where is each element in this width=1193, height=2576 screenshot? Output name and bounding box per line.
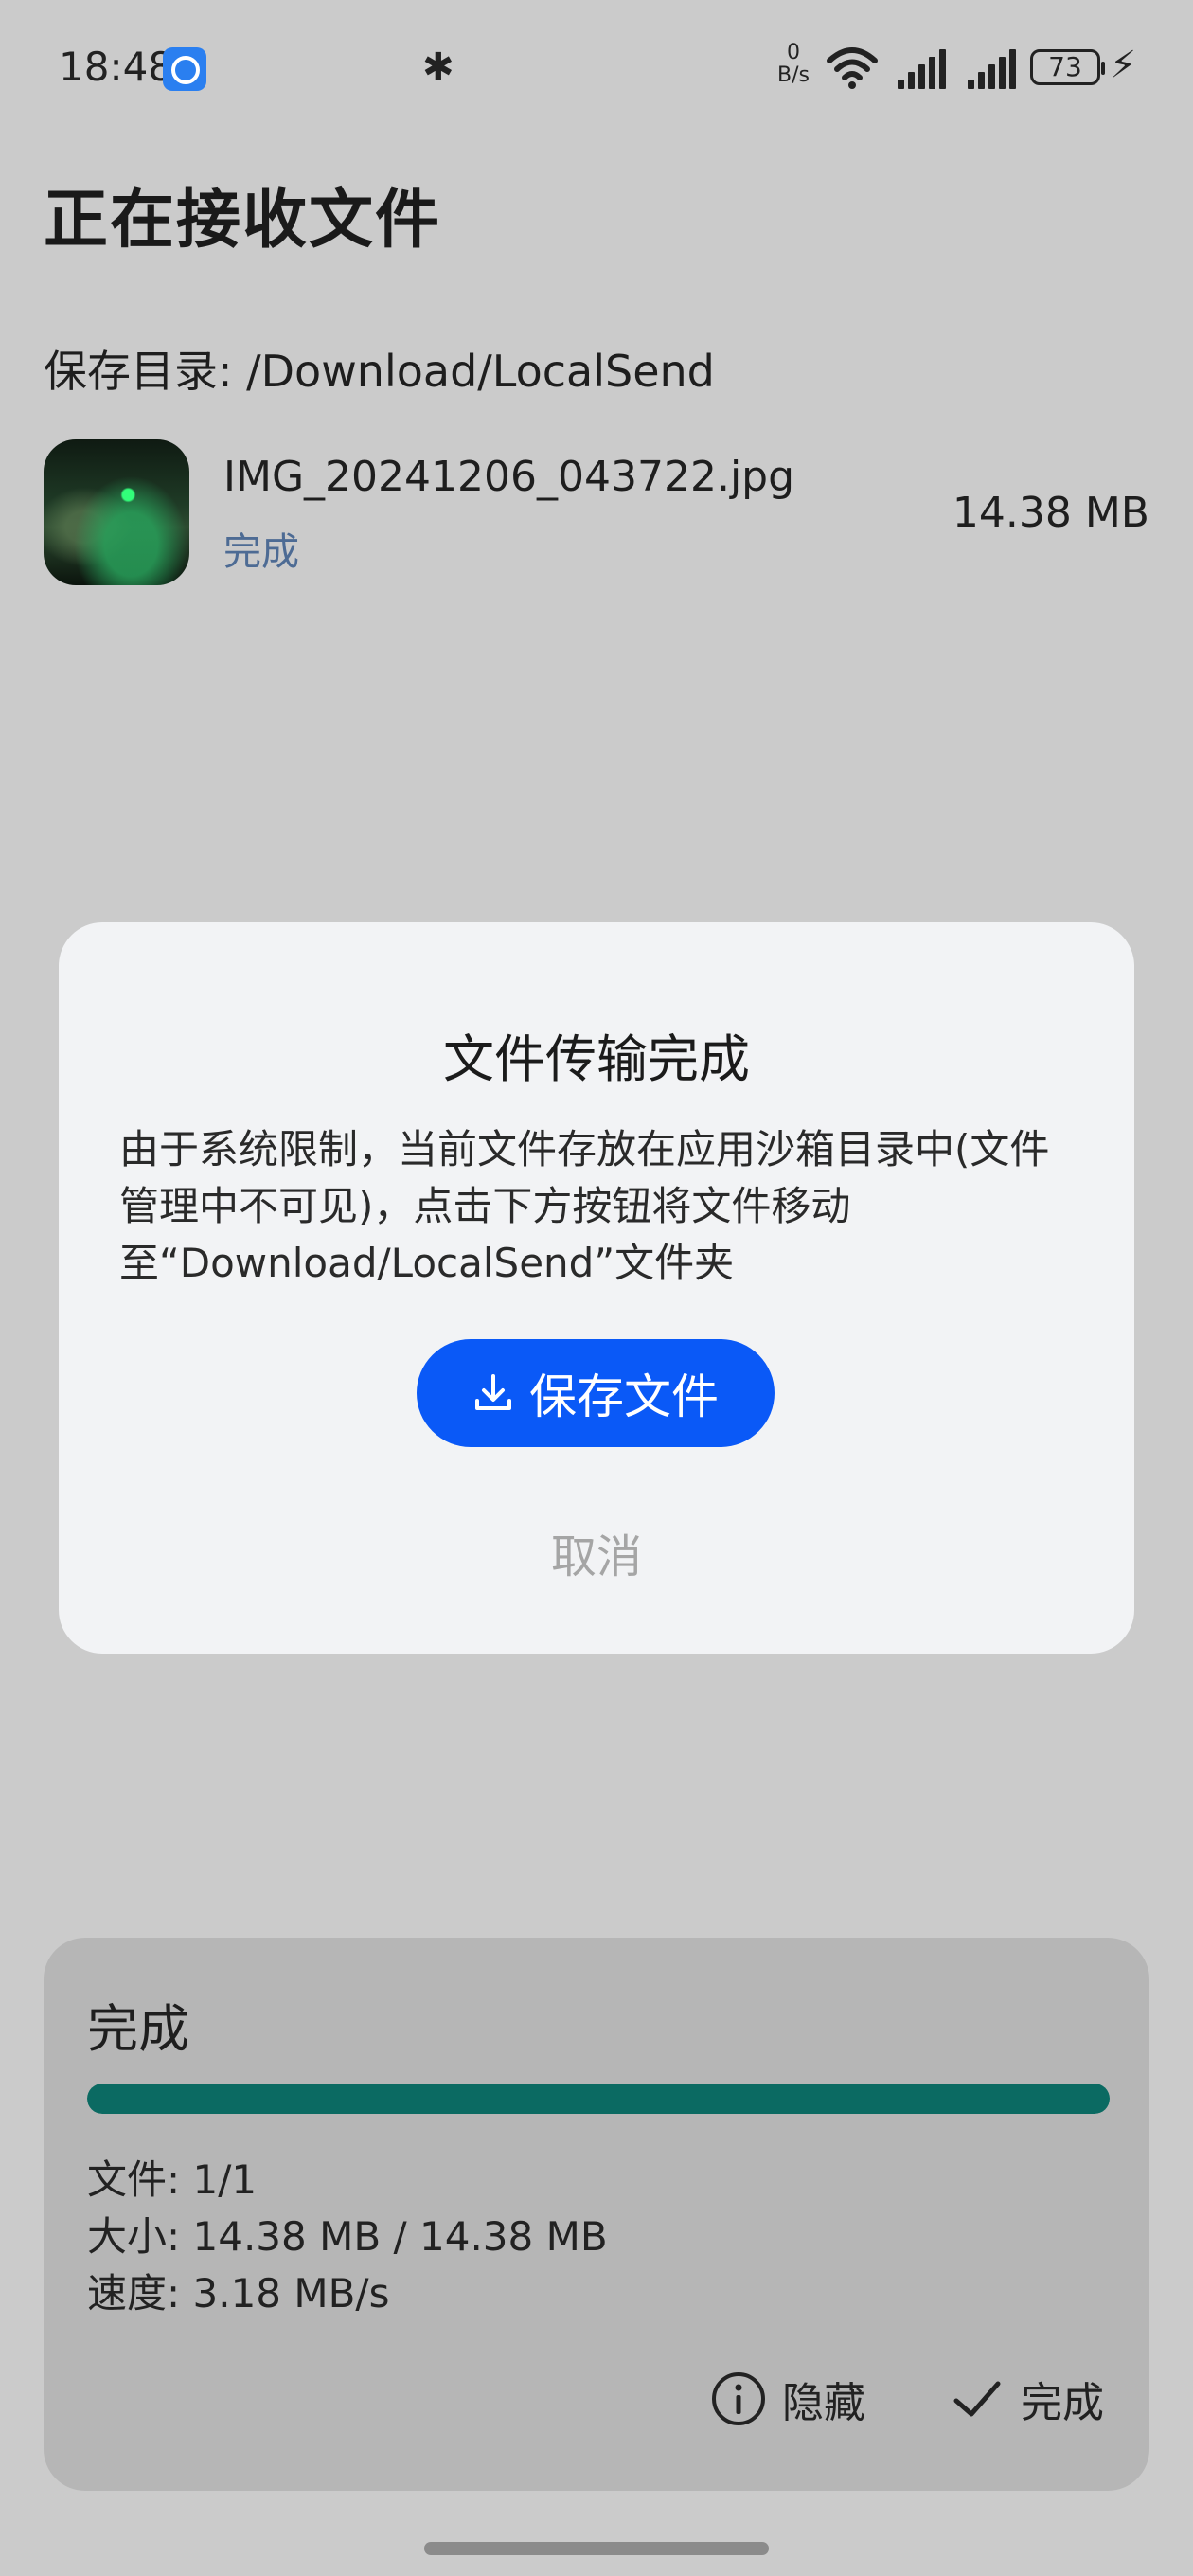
status-bar: 18:48 ✱ 0 B/s 73 ⚡ [0, 0, 1193, 133]
home-indicator[interactable] [424, 2542, 769, 2555]
transfer-complete-dialog: 文件传输完成 由于系统限制，当前文件存放在应用沙箱目录中(文件管理中不可见)，点… [59, 922, 1134, 1654]
status-time: 18:48 [59, 44, 174, 90]
download-icon [475, 1374, 511, 1410]
save-file-button[interactable]: 保存文件 [417, 1339, 775, 1447]
stat-size: 大小: 14.38 MB / 14.38 MB [87, 2205, 608, 2263]
stat-speed: 速度: 3.18 MB/s [87, 2262, 389, 2319]
stat-files-value: 1/1 [192, 2156, 258, 2203]
stat-size-label: 大小: [87, 2213, 193, 2260]
done-button-label: 完成 [1021, 2379, 1104, 2427]
save-directory-label: 保存目录: [44, 346, 247, 397]
progress-card: 完成 文件: 1/1 大小: 14.38 MB / 14.38 MB 速度: 3… [44, 1938, 1149, 2491]
network-speed-unit: B/s [777, 63, 810, 87]
save-directory: 保存目录: /Download/LocalSend [44, 337, 715, 400]
file-status: 完成 [223, 530, 299, 574]
wifi-icon [827, 47, 878, 89]
file-size: 14.38 MB [952, 489, 1149, 537]
network-speed: 0 B/s [775, 42, 812, 87]
charging-icon: ⚡ [1110, 44, 1137, 87]
dialog-message: 由于系统限制，当前文件存放在应用沙箱目录中(文件管理中不可见)，点击下方按钮将文… [119, 1126, 1050, 1286]
page-title: 正在接收文件 [44, 183, 442, 258]
signal-icon [898, 49, 949, 89]
stat-speed-value: 3.18 MB/s [192, 2270, 390, 2317]
stat-speed-label: 速度: [87, 2270, 193, 2317]
bluetooth-icon: ✱ [422, 45, 454, 89]
check-icon [949, 2370, 1006, 2427]
stat-files: 文件: 1/1 [87, 2148, 257, 2206]
progress-title: 完成 [87, 1999, 189, 2059]
dialog-title: 文件传输完成 [443, 1029, 750, 1089]
hide-button-label: 隐藏 [782, 2379, 865, 2427]
file-thumbnail [44, 439, 189, 585]
stat-size-value: 14.38 MB / 14.38 MB [192, 2213, 608, 2260]
app-notification-icon [163, 47, 206, 91]
progress-bar-fill [87, 2084, 1110, 2114]
network-speed-value: 0 [787, 41, 800, 64]
info-icon [710, 2370, 767, 2427]
file-row[interactable]: IMG_20241206_043722.jpg 完成 14.38 MB [44, 436, 1149, 587]
file-name: IMG_20241206_043722.jpg [223, 453, 795, 501]
progress-bar [87, 2084, 1110, 2114]
save-directory-path: /Download/LocalSend [246, 346, 715, 397]
save-file-button-label: 保存文件 [529, 1369, 719, 1424]
battery-icon: 73 [1030, 49, 1105, 85]
stat-files-label: 文件: [87, 2156, 193, 2203]
hide-button[interactable]: 隐藏 [710, 2366, 865, 2432]
screen: 18:48 ✱ 0 B/s 73 ⚡ 正在接收文件 保存目录: /Downloa… [0, 0, 1193, 2576]
done-button[interactable]: 完成 [949, 2366, 1104, 2432]
cancel-button[interactable]: 取消 [59, 1519, 1134, 1585]
signal-icon [968, 49, 1019, 89]
